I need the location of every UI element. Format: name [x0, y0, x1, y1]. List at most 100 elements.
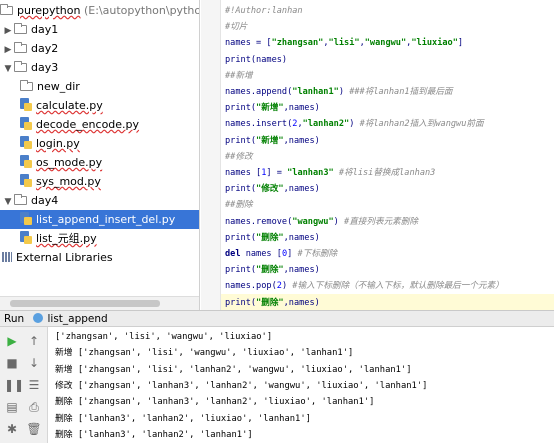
root-path: (E:\autopython\pythoncod	[83, 4, 199, 17]
pause-icon[interactable]: ❚❚	[4, 377, 24, 393]
code-token: print(	[225, 232, 257, 243]
code-token: #将lanhan2插入到wangwu前面	[359, 119, 484, 130]
trash-icon[interactable]: 🗑	[26, 421, 42, 437]
code-token: del	[225, 249, 241, 259]
code-token: ]	[457, 38, 464, 49]
tree-item-6[interactable]: decode_encode.py	[0, 115, 199, 134]
folder-icon	[14, 61, 27, 72]
down-arrow-icon[interactable]: ↓	[26, 355, 42, 371]
code-token: names.pop(	[225, 281, 277, 292]
code-token: ###将lanhan1插到最后面	[349, 87, 453, 97]
tree-item-12[interactable]: list_元组.py	[0, 229, 199, 248]
code-token: ##新增	[225, 70, 253, 81]
tree-horizontal-scrollbar[interactable]	[0, 296, 199, 310]
code-line[interactable]: print("删除",names)	[221, 293, 554, 310]
code-token: ##删除	[225, 200, 253, 211]
code-token: ]	[287, 249, 298, 259]
code-token: "删除"	[256, 297, 284, 308]
tree-item-label: login.py	[36, 137, 80, 150]
folder-icon	[14, 194, 27, 205]
code-token: ,names)	[283, 297, 320, 308]
tree-item-4[interactable]: new_dir	[0, 77, 199, 96]
tree-item-13[interactable]: External Libraries	[0, 248, 199, 267]
code-token: "wangwu"	[364, 38, 407, 49]
code-token: #将lisi替换成lanhan3	[338, 168, 436, 178]
folder-icon	[14, 42, 27, 53]
code-token: print(	[225, 135, 257, 146]
tree-item-8[interactable]: os_mode.py	[0, 153, 199, 172]
scrollbar-thumb[interactable]	[10, 300, 160, 307]
code-token: #切片	[225, 22, 248, 33]
print-icon[interactable]: ⎙	[26, 399, 42, 415]
code-token: ,names)	[283, 265, 320, 276]
python-file-icon	[20, 117, 32, 130]
code-token: print(	[225, 265, 257, 276]
layout-icon[interactable]: ▤	[4, 399, 20, 415]
console-line: 新增 ['zhangsan', 'lisi', 'lanhan2', 'wang…	[55, 364, 412, 375]
tree-item-11[interactable]: list_append_insert_del.py	[0, 210, 199, 229]
code-token: print(	[225, 297, 257, 308]
tree-item-9[interactable]: sys_mod.py	[0, 172, 199, 191]
code-token: "lanhan3"	[287, 168, 334, 178]
tree-item-label: new_dir	[37, 80, 80, 93]
code-token: ,names)	[283, 184, 320, 195]
project-tree: purepython (E:\autopython\pythoncod ▶day…	[0, 0, 200, 310]
python-file-icon	[20, 98, 32, 111]
code-token: "wangwu"	[292, 216, 334, 227]
code-token: "删除"	[256, 265, 284, 276]
run-tool-window-header: Run list_append	[0, 310, 554, 327]
code-editor[interactable]: #!Author:lanhan #切片 names = ["zhangsan","l…	[201, 0, 554, 310]
code-token: names [	[225, 168, 262, 178]
code-token: "删除"	[256, 232, 284, 243]
up-arrow-icon[interactable]: ↑	[26, 333, 42, 349]
folder-icon	[20, 80, 33, 91]
tree-item-label: calculate.py	[36, 99, 103, 112]
code-token: "lisi"	[328, 38, 360, 49]
tree-item-7[interactable]: login.py	[0, 134, 199, 153]
code-token: "lanhan1"	[292, 87, 339, 97]
run-config-name[interactable]: list_append	[47, 313, 107, 325]
stop-icon[interactable]: ■	[4, 355, 20, 371]
tree-item-label: list_append_insert_del.py	[36, 213, 176, 226]
console-line: 删除 ['lanhan3', 'lanhan2', 'lanhan1']	[55, 429, 253, 440]
code-token: "zhangsan"	[271, 38, 324, 49]
console-line: 删除 ['zhangsan', 'lanhan3', 'lanhan2', 'l…	[55, 397, 375, 408]
tree-item-2[interactable]: ▶ day2	[0, 39, 199, 58]
pin-icon[interactable]: ✱	[4, 421, 20, 437]
code-token: ##修改	[225, 151, 253, 162]
tree-item-10[interactable]: ▼ day4	[0, 191, 199, 210]
python-file-icon	[20, 174, 32, 187]
run-console-output[interactable]: ['zhangsan', 'lisi', 'wangwu', 'liuxiao'…	[49, 327, 554, 443]
console-line: 修改 ['zhangsan', 'lanhan3', 'lanhan2', 'w…	[55, 380, 428, 391]
tree-item-5[interactable]: calculate.py	[0, 96, 199, 115]
tree-root-purepython[interactable]: purepython (E:\autopython\pythoncod	[0, 1, 199, 20]
code-token: print(	[225, 103, 257, 114]
code-token: ,names)	[283, 232, 320, 243]
code-token: ,names)	[283, 103, 320, 114]
editor-gutter	[201, 0, 221, 310]
code-token: ] =	[266, 168, 288, 178]
run-toolbar: ▶ ↑ ■ ↓ ❚❚ ☰ ▤ ⎙ ✱ 🗑	[0, 327, 48, 443]
root-name: purepython	[17, 4, 81, 17]
code-token: #下标删除	[297, 249, 338, 259]
wrap-icon[interactable]: ☰	[26, 377, 42, 393]
python-file-icon	[20, 136, 32, 149]
code-token: names [	[240, 249, 282, 259]
code-token: )	[349, 119, 360, 130]
tree-item-3[interactable]: ▼ day3	[0, 58, 199, 77]
tree-item-1[interactable]: ▶ day1	[0, 20, 199, 39]
code-token: )	[281, 281, 293, 292]
code-token: names.insert(	[225, 119, 293, 130]
code-token: "liuxiao"	[411, 38, 458, 49]
code-token: #!Author:lanhan	[225, 6, 303, 16]
code-token: print(	[225, 184, 257, 195]
tree-item-label: day2	[31, 42, 59, 55]
tree-item-label: sys_mod.py	[36, 175, 101, 188]
code-token: "新增"	[256, 135, 284, 146]
play-icon[interactable]: ▶	[4, 333, 20, 349]
tree-item-label: External Libraries	[16, 251, 113, 264]
code-token: #输入下标删除（不输入下标，默认删除最后一个元素）	[292, 281, 504, 292]
console-line: ['zhangsan', 'lisi', 'wangwu', 'liuxiao'…	[55, 332, 273, 342]
console-line: 新增 ['zhangsan', 'lisi', 'wangwu', 'liuxi…	[55, 348, 354, 359]
python-file-icon	[20, 231, 32, 244]
